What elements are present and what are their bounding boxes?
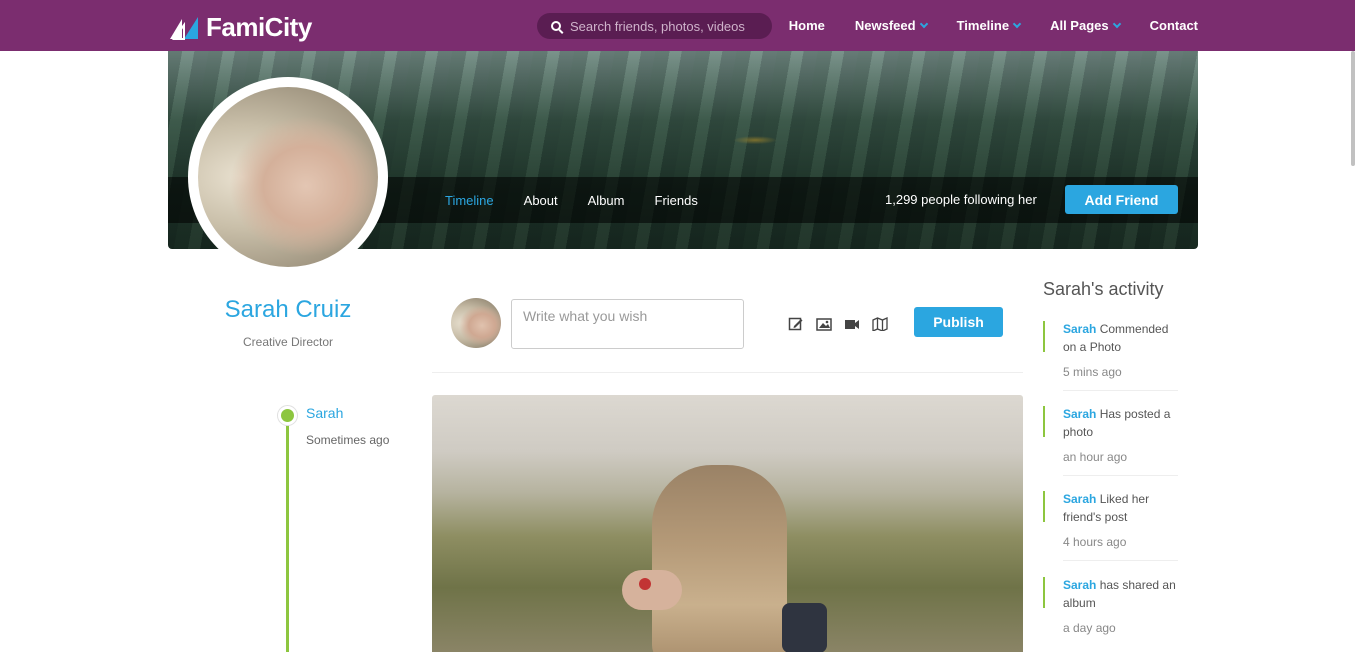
timeline-line	[286, 414, 289, 652]
nav-timeline[interactable]: Timeline	[956, 18, 1022, 33]
photo-flower	[639, 578, 651, 590]
tab-timeline[interactable]: Timeline	[445, 193, 494, 208]
search-icon	[551, 21, 561, 31]
top-navbar: FamiCity Home Newsfeed Timeline All Page…	[0, 0, 1355, 51]
profile-avatar[interactable]	[188, 77, 388, 277]
activity-user[interactable]: Sarah	[1063, 492, 1096, 506]
nav-home[interactable]: Home	[789, 18, 825, 33]
activity-divider	[1063, 390, 1178, 391]
composer-avatar	[451, 298, 501, 348]
activity-time: an hour ago	[1063, 450, 1128, 464]
nav-all-pages-label: All Pages	[1050, 18, 1109, 33]
activity-user[interactable]: Sarah	[1063, 407, 1096, 421]
chevron-down-icon	[1012, 19, 1022, 29]
activity-time: 5 mins ago	[1063, 365, 1122, 379]
activity-user[interactable]: Sarah	[1063, 322, 1096, 336]
scrollbar[interactable]	[1351, 51, 1355, 166]
tab-about[interactable]: About	[524, 193, 558, 208]
activity-divider	[1063, 475, 1178, 476]
nav-contact[interactable]: Contact	[1150, 18, 1198, 33]
activity-bar	[1043, 577, 1045, 608]
post-input[interactable]	[511, 299, 744, 349]
composer-divider	[432, 372, 1023, 373]
profile-avatar-image	[198, 87, 378, 267]
nav-newsfeed[interactable]: Newsfeed	[854, 18, 928, 33]
chevron-down-icon	[1112, 19, 1121, 29]
nav-all-pages[interactable]: All Pages	[1050, 18, 1121, 33]
timeline-time: Sometimes ago	[306, 433, 390, 447]
nav-timeline-label: Timeline	[956, 18, 1010, 33]
activity-bar	[1043, 321, 1045, 352]
search-box[interactable]	[537, 13, 772, 39]
main-nav: Home Newsfeed Timeline All Pages Contact	[759, 0, 1198, 51]
nav-contact-label: Contact	[1149, 18, 1198, 33]
photo-subject	[652, 465, 787, 652]
publish-button[interactable]: Publish	[914, 307, 1003, 337]
edit-icon[interactable]	[788, 317, 804, 331]
activity-text: Sarah has shared an album	[1063, 577, 1181, 612]
activity-text: Sarah Has posted a photo	[1063, 406, 1181, 441]
profile-name: Sarah Cruiz	[224, 296, 352, 323]
profile-role: Creative Director	[242, 335, 334, 349]
activity-bar	[1043, 406, 1045, 437]
search-input[interactable]	[570, 18, 760, 34]
followers-count: 1,299 people following her	[885, 192, 1037, 207]
map-icon[interactable]	[872, 317, 888, 331]
brand-name: FamiCity	[206, 11, 312, 42]
activity-text: Sarah Commended on a Photo	[1063, 321, 1181, 356]
activity-time: 4 hours ago	[1063, 535, 1127, 549]
image-icon[interactable]	[816, 317, 832, 331]
photo-subject-arm	[622, 570, 682, 610]
photo-cloth	[782, 603, 827, 652]
timeline-dot	[278, 406, 297, 425]
activity-bar	[1043, 491, 1045, 522]
chevron-down-icon	[919, 19, 928, 29]
activity-title: Sarah's activity	[1043, 279, 1164, 299]
activity-text: Sarah Liked her friend's post	[1063, 491, 1181, 526]
activity-time: a day ago	[1063, 621, 1116, 635]
logo-icon	[170, 17, 198, 40]
tab-album[interactable]: Album	[588, 193, 625, 208]
activity-user[interactable]: Sarah	[1063, 578, 1096, 592]
nav-newsfeed-label: Newsfeed	[854, 18, 916, 33]
activity-divider	[1063, 560, 1178, 561]
nav-home-label: Home	[788, 18, 825, 33]
post-photo[interactable]	[432, 395, 1023, 652]
video-icon[interactable]	[844, 317, 860, 331]
tab-friends[interactable]: Friends	[655, 193, 698, 208]
brand-logo[interactable]: FamiCity	[168, 11, 312, 43]
timeline-author[interactable]: Sarah	[306, 405, 343, 421]
profile-tabs: Timeline About Album Friends	[445, 177, 728, 223]
add-friend-button[interactable]: Add Friend	[1065, 185, 1178, 214]
